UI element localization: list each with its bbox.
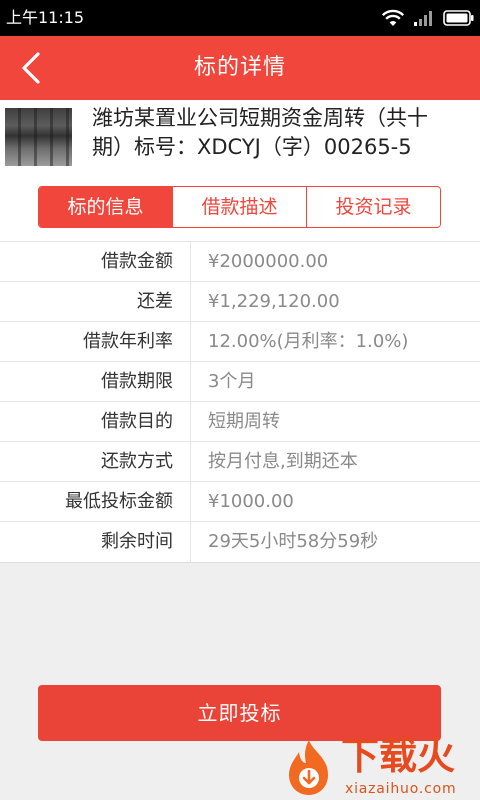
watermark-brand: 下载火 xyxy=(341,734,456,778)
battery-icon xyxy=(443,10,474,26)
tab-listing-info[interactable]: 标的信息 xyxy=(39,187,172,227)
detail-label: 借款金额 xyxy=(101,251,173,272)
detail-row-loan-term: 借款期限 3个月 xyxy=(0,362,480,402)
detail-value: 29天5小时58分59秒 xyxy=(208,531,379,552)
detail-label: 还款方式 xyxy=(101,451,173,472)
page-title: 标的详情 xyxy=(193,55,286,80)
detail-row-time-remaining: 剩余时间 29天5小时58分59秒 xyxy=(0,522,480,561)
detail-value: 按月付息,到期还本 xyxy=(208,451,358,472)
wifi-icon xyxy=(381,9,405,26)
detail-row-annual-rate: 借款年利率 12.00%(月利率：1.0%) xyxy=(0,322,480,362)
detail-value: 3个月 xyxy=(208,371,256,392)
detail-label: 借款目的 xyxy=(101,411,173,432)
detail-row-loan-amount: 借款金额 ¥2000000.00 xyxy=(0,242,480,282)
project-title: 潍坊某置业公司短期资金周转（共十期）标号：XDCYJ（字）00265-5 xyxy=(92,106,428,159)
detail-row-repayment-method: 还款方式 按月付息,到期还本 xyxy=(0,442,480,482)
status-bar: 上午11:15 xyxy=(0,0,480,36)
detail-row-min-bid-amount: 最低投标金额 ¥1000.00 xyxy=(0,482,480,522)
detail-panel: 潍坊某置业公司短期资金周转（共十期）标号：XDCYJ（字）00265-5 标的信… xyxy=(0,100,480,563)
watermark-site: xiazaihuo.com xyxy=(345,781,457,797)
detail-label: 剩余时间 xyxy=(101,531,173,552)
detail-tabs: 标的信息 借款描述 投资记录 xyxy=(38,186,441,228)
detail-value: 短期周转 xyxy=(208,411,280,432)
signal-icon xyxy=(414,11,432,26)
tab-loan-description[interactable]: 借款描述 xyxy=(172,187,306,227)
detail-value: ¥1,229,120.00 xyxy=(208,291,340,312)
detail-list: 借款金额 ¥2000000.00 还差 ¥1,229,120.00 借款年利率 … xyxy=(0,241,480,563)
detail-value: ¥2000000.00 xyxy=(208,251,329,272)
detail-value: ¥1000.00 xyxy=(208,491,294,512)
detail-label: 借款期限 xyxy=(101,371,173,392)
detail-label: 借款年利率 xyxy=(83,331,173,352)
detail-row-loan-purpose: 借款目的 短期周转 xyxy=(0,402,480,442)
flame-logo-icon xyxy=(289,740,328,795)
watermark: 下载火 xiazaihuo.com xyxy=(283,734,478,798)
detail-row-remaining-amount: 还差 ¥1,229,120.00 xyxy=(0,282,480,322)
detail-value: 12.00%(月利率：1.0%) xyxy=(208,331,409,352)
app-header: 标的详情 xyxy=(0,36,480,100)
status-time: 上午11:15 xyxy=(6,8,85,27)
detail-label: 最低投标金额 xyxy=(65,491,173,512)
tab-investment-records[interactable]: 投资记录 xyxy=(306,187,440,227)
project-thumbnail xyxy=(5,108,72,166)
detail-label: 还差 xyxy=(137,291,173,312)
